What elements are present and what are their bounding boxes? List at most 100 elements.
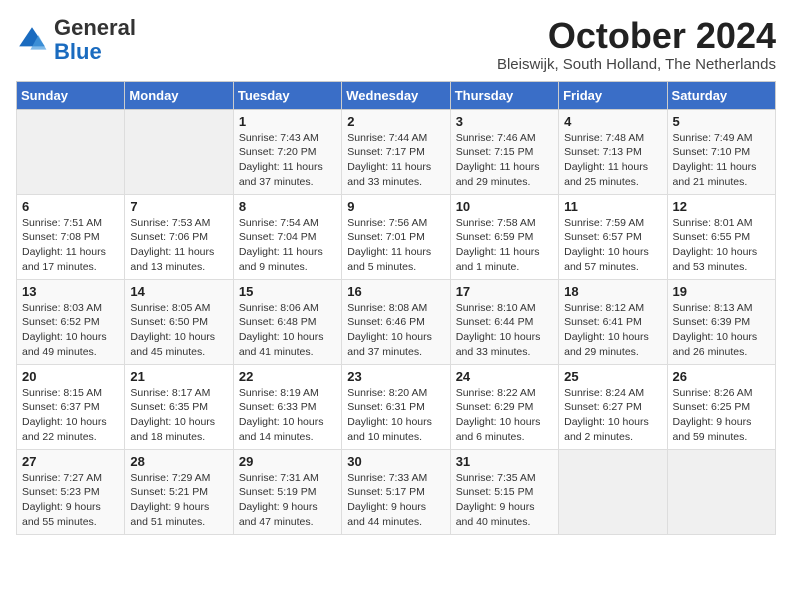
day-detail: Sunrise: 8:22 AMSunset: 6:29 PMDaylight:… xyxy=(456,386,553,445)
calendar-cell: 17 Sunrise: 8:10 AMSunset: 6:44 PMDayligh… xyxy=(450,279,558,364)
weekday-header-friday: Friday xyxy=(559,81,667,109)
day-number: 2 xyxy=(347,114,444,129)
week-row-4: 20 Sunrise: 8:15 AMSunset: 6:37 PMDayligh… xyxy=(17,364,776,449)
day-number: 4 xyxy=(564,114,661,129)
day-detail: Sunrise: 8:03 AMSunset: 6:52 PMDaylight:… xyxy=(22,301,119,360)
weekday-header-tuesday: Tuesday xyxy=(233,81,341,109)
calendar-cell: 6 Sunrise: 7:51 AMSunset: 7:08 PMDaylight… xyxy=(17,194,125,279)
calendar-cell: 27Sunrise: 7:27 AMSunset: 5:23 PMDayligh… xyxy=(17,449,125,534)
calendar-cell xyxy=(17,109,125,194)
month-title: October 2024 xyxy=(497,16,776,56)
calendar-cell: 8Sunrise: 7:54 AMSunset: 7:04 PMDaylight… xyxy=(233,194,341,279)
calendar-cell: 4 Sunrise: 7:48 AMSunset: 7:13 PMDaylight… xyxy=(559,109,667,194)
day-detail: Sunrise: 7:48 AMSunset: 7:13 PMDaylight:… xyxy=(564,131,661,190)
week-row-1: 1 Sunrise: 7:43 AMSunset: 7:20 PMDaylight… xyxy=(17,109,776,194)
calendar-cell: 24 Sunrise: 8:22 AMSunset: 6:29 PMDayligh… xyxy=(450,364,558,449)
calendar-cell: 1 Sunrise: 7:43 AMSunset: 7:20 PMDaylight… xyxy=(233,109,341,194)
location: Bleiswijk, South Holland, The Netherland… xyxy=(497,56,776,73)
logo: General Blue xyxy=(16,16,136,64)
calendar-cell: 3 Sunrise: 7:46 AMSunset: 7:15 PMDaylight… xyxy=(450,109,558,194)
day-number: 15 xyxy=(239,284,336,299)
calendar-cell: 15 Sunrise: 8:06 AMSunset: 6:48 PMDayligh… xyxy=(233,279,341,364)
day-number: 16 xyxy=(347,284,444,299)
calendar-cell: 10Sunrise: 7:58 AMSunset: 6:59 PMDayligh… xyxy=(450,194,558,279)
day-number: 9 xyxy=(347,199,444,214)
weekday-header-thursday: Thursday xyxy=(450,81,558,109)
day-detail: Sunrise: 8:06 AMSunset: 6:48 PMDaylight:… xyxy=(239,301,336,360)
logo-icon xyxy=(16,24,48,56)
day-number: 22 xyxy=(239,369,336,384)
weekday-header-row: SundayMondayTuesdayWednesdayThursdayFrid… xyxy=(17,81,776,109)
day-detail: Sunrise: 7:29 AMSunset: 5:21 PMDaylight:… xyxy=(130,471,227,530)
week-row-5: 27Sunrise: 7:27 AMSunset: 5:23 PMDayligh… xyxy=(17,449,776,534)
day-number: 3 xyxy=(456,114,553,129)
calendar-table: SundayMondayTuesdayWednesdayThursdayFrid… xyxy=(16,81,776,535)
day-number: 28 xyxy=(130,454,227,469)
calendar-cell: 25Sunrise: 8:24 AMSunset: 6:27 PMDayligh… xyxy=(559,364,667,449)
day-detail: Sunrise: 8:01 AMSunset: 6:55 PMDaylight:… xyxy=(673,216,770,275)
calendar-cell: 29Sunrise: 7:31 AMSunset: 5:19 PMDayligh… xyxy=(233,449,341,534)
day-detail: Sunrise: 8:10 AMSunset: 6:44 PMDaylight:… xyxy=(456,301,553,360)
day-detail: Sunrise: 8:12 AMSunset: 6:41 PMDaylight:… xyxy=(564,301,661,360)
calendar-cell: 22 Sunrise: 8:19 AMSunset: 6:33 PMDayligh… xyxy=(233,364,341,449)
calendar-cell: 21 Sunrise: 8:17 AMSunset: 6:35 PMDayligh… xyxy=(125,364,233,449)
calendar-cell: 19Sunrise: 8:13 AMSunset: 6:39 PMDayligh… xyxy=(667,279,775,364)
day-number: 18 xyxy=(564,284,661,299)
day-detail: Sunrise: 7:53 AMSunset: 7:06 PMDaylight:… xyxy=(130,216,227,275)
calendar-cell: 12 Sunrise: 8:01 AMSunset: 6:55 PMDayligh… xyxy=(667,194,775,279)
day-detail: Sunrise: 8:08 AMSunset: 6:46 PMDaylight:… xyxy=(347,301,444,360)
day-detail: Sunrise: 8:17 AMSunset: 6:35 PMDaylight:… xyxy=(130,386,227,445)
day-number: 13 xyxy=(22,284,119,299)
day-number: 6 xyxy=(22,199,119,214)
day-detail: Sunrise: 8:20 AMSunset: 6:31 PMDaylight:… xyxy=(347,386,444,445)
calendar-cell: 30 Sunrise: 7:33 AMSunset: 5:17 PMDayligh… xyxy=(342,449,450,534)
title-block: October 2024 Bleiswijk, South Holland, T… xyxy=(497,16,776,73)
day-detail: Sunrise: 7:54 AMSunset: 7:04 PMDaylight:… xyxy=(239,216,336,275)
day-number: 12 xyxy=(673,199,770,214)
day-detail: Sunrise: 8:13 AMSunset: 6:39 PMDaylight:… xyxy=(673,301,770,360)
weekday-header-monday: Monday xyxy=(125,81,233,109)
day-detail: Sunrise: 7:49 AMSunset: 7:10 PMDaylight:… xyxy=(673,131,770,190)
calendar-cell: 2 Sunrise: 7:44 AMSunset: 7:17 PMDaylight… xyxy=(342,109,450,194)
day-detail: Sunrise: 7:43 AMSunset: 7:20 PMDaylight:… xyxy=(239,131,336,190)
week-row-3: 13 Sunrise: 8:03 AMSunset: 6:52 PMDayligh… xyxy=(17,279,776,364)
day-detail: Sunrise: 7:56 AMSunset: 7:01 PMDaylight:… xyxy=(347,216,444,275)
calendar-cell: 18 Sunrise: 8:12 AMSunset: 6:41 PMDayligh… xyxy=(559,279,667,364)
day-number: 29 xyxy=(239,454,336,469)
calendar-cell xyxy=(125,109,233,194)
calendar-cell xyxy=(667,449,775,534)
day-number: 1 xyxy=(239,114,336,129)
calendar-cell: 28 Sunrise: 7:29 AMSunset: 5:21 PMDayligh… xyxy=(125,449,233,534)
day-number: 23 xyxy=(347,369,444,384)
calendar-cell: 7Sunrise: 7:53 AMSunset: 7:06 PMDaylight… xyxy=(125,194,233,279)
day-number: 30 xyxy=(347,454,444,469)
day-number: 11 xyxy=(564,199,661,214)
day-detail: Sunrise: 7:51 AMSunset: 7:08 PMDaylight:… xyxy=(22,216,119,275)
day-number: 26 xyxy=(673,369,770,384)
day-detail: Sunrise: 8:19 AMSunset: 6:33 PMDaylight:… xyxy=(239,386,336,445)
day-number: 24 xyxy=(456,369,553,384)
day-number: 17 xyxy=(456,284,553,299)
calendar-cell: 26Sunrise: 8:26 AMSunset: 6:25 PMDayligh… xyxy=(667,364,775,449)
calendar-cell: 20 Sunrise: 8:15 AMSunset: 6:37 PMDayligh… xyxy=(17,364,125,449)
calendar-cell: 13 Sunrise: 8:03 AMSunset: 6:52 PMDayligh… xyxy=(17,279,125,364)
day-detail: Sunrise: 8:15 AMSunset: 6:37 PMDaylight:… xyxy=(22,386,119,445)
day-number: 14 xyxy=(130,284,227,299)
day-detail: Sunrise: 7:58 AMSunset: 6:59 PMDaylight:… xyxy=(456,216,553,275)
logo-general: General xyxy=(54,15,136,40)
calendar-cell: 14Sunrise: 8:05 AMSunset: 6:50 PMDayligh… xyxy=(125,279,233,364)
calendar-cell: 11Sunrise: 7:59 AMSunset: 6:57 PMDayligh… xyxy=(559,194,667,279)
page-header: General Blue October 2024 Bleiswijk, Sou… xyxy=(16,16,776,73)
day-detail: Sunrise: 7:33 AMSunset: 5:17 PMDaylight:… xyxy=(347,471,444,530)
day-number: 20 xyxy=(22,369,119,384)
day-number: 31 xyxy=(456,454,553,469)
day-detail: Sunrise: 7:27 AMSunset: 5:23 PMDaylight:… xyxy=(22,471,119,530)
day-detail: Sunrise: 7:46 AMSunset: 7:15 PMDaylight:… xyxy=(456,131,553,190)
weekday-header-saturday: Saturday xyxy=(667,81,775,109)
day-detail: Sunrise: 7:35 AMSunset: 5:15 PMDaylight:… xyxy=(456,471,553,530)
day-number: 21 xyxy=(130,369,227,384)
calendar-cell xyxy=(559,449,667,534)
week-row-2: 6 Sunrise: 7:51 AMSunset: 7:08 PMDaylight… xyxy=(17,194,776,279)
day-detail: Sunrise: 7:44 AMSunset: 7:17 PMDaylight:… xyxy=(347,131,444,190)
weekday-header-sunday: Sunday xyxy=(17,81,125,109)
